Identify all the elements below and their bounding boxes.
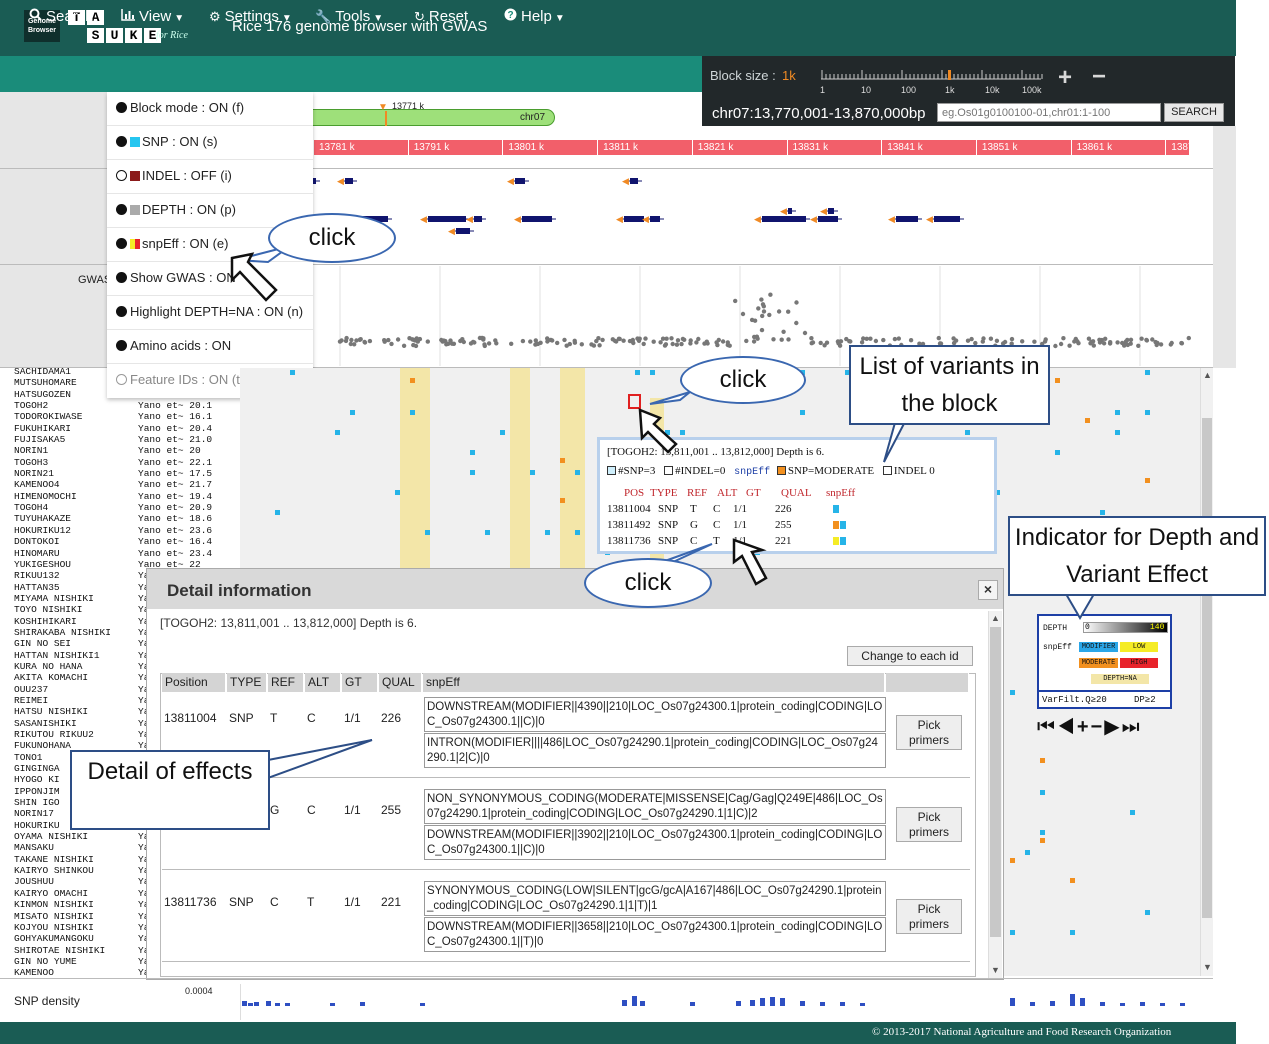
cursor-arrow-icon — [638, 408, 678, 454]
callout-list-of-variants: List of variants in the block — [849, 345, 1050, 425]
callout-detail-of-effects: Detail of effects — [70, 750, 270, 830]
callout-click-menu: click — [268, 213, 396, 263]
callout-click-variant: click — [584, 558, 712, 608]
callout-indicator: Indicator for Depth and Variant Effect — [1008, 516, 1266, 596]
callout-click-block: click — [680, 356, 806, 404]
cursor-arrow-icon — [732, 538, 768, 586]
